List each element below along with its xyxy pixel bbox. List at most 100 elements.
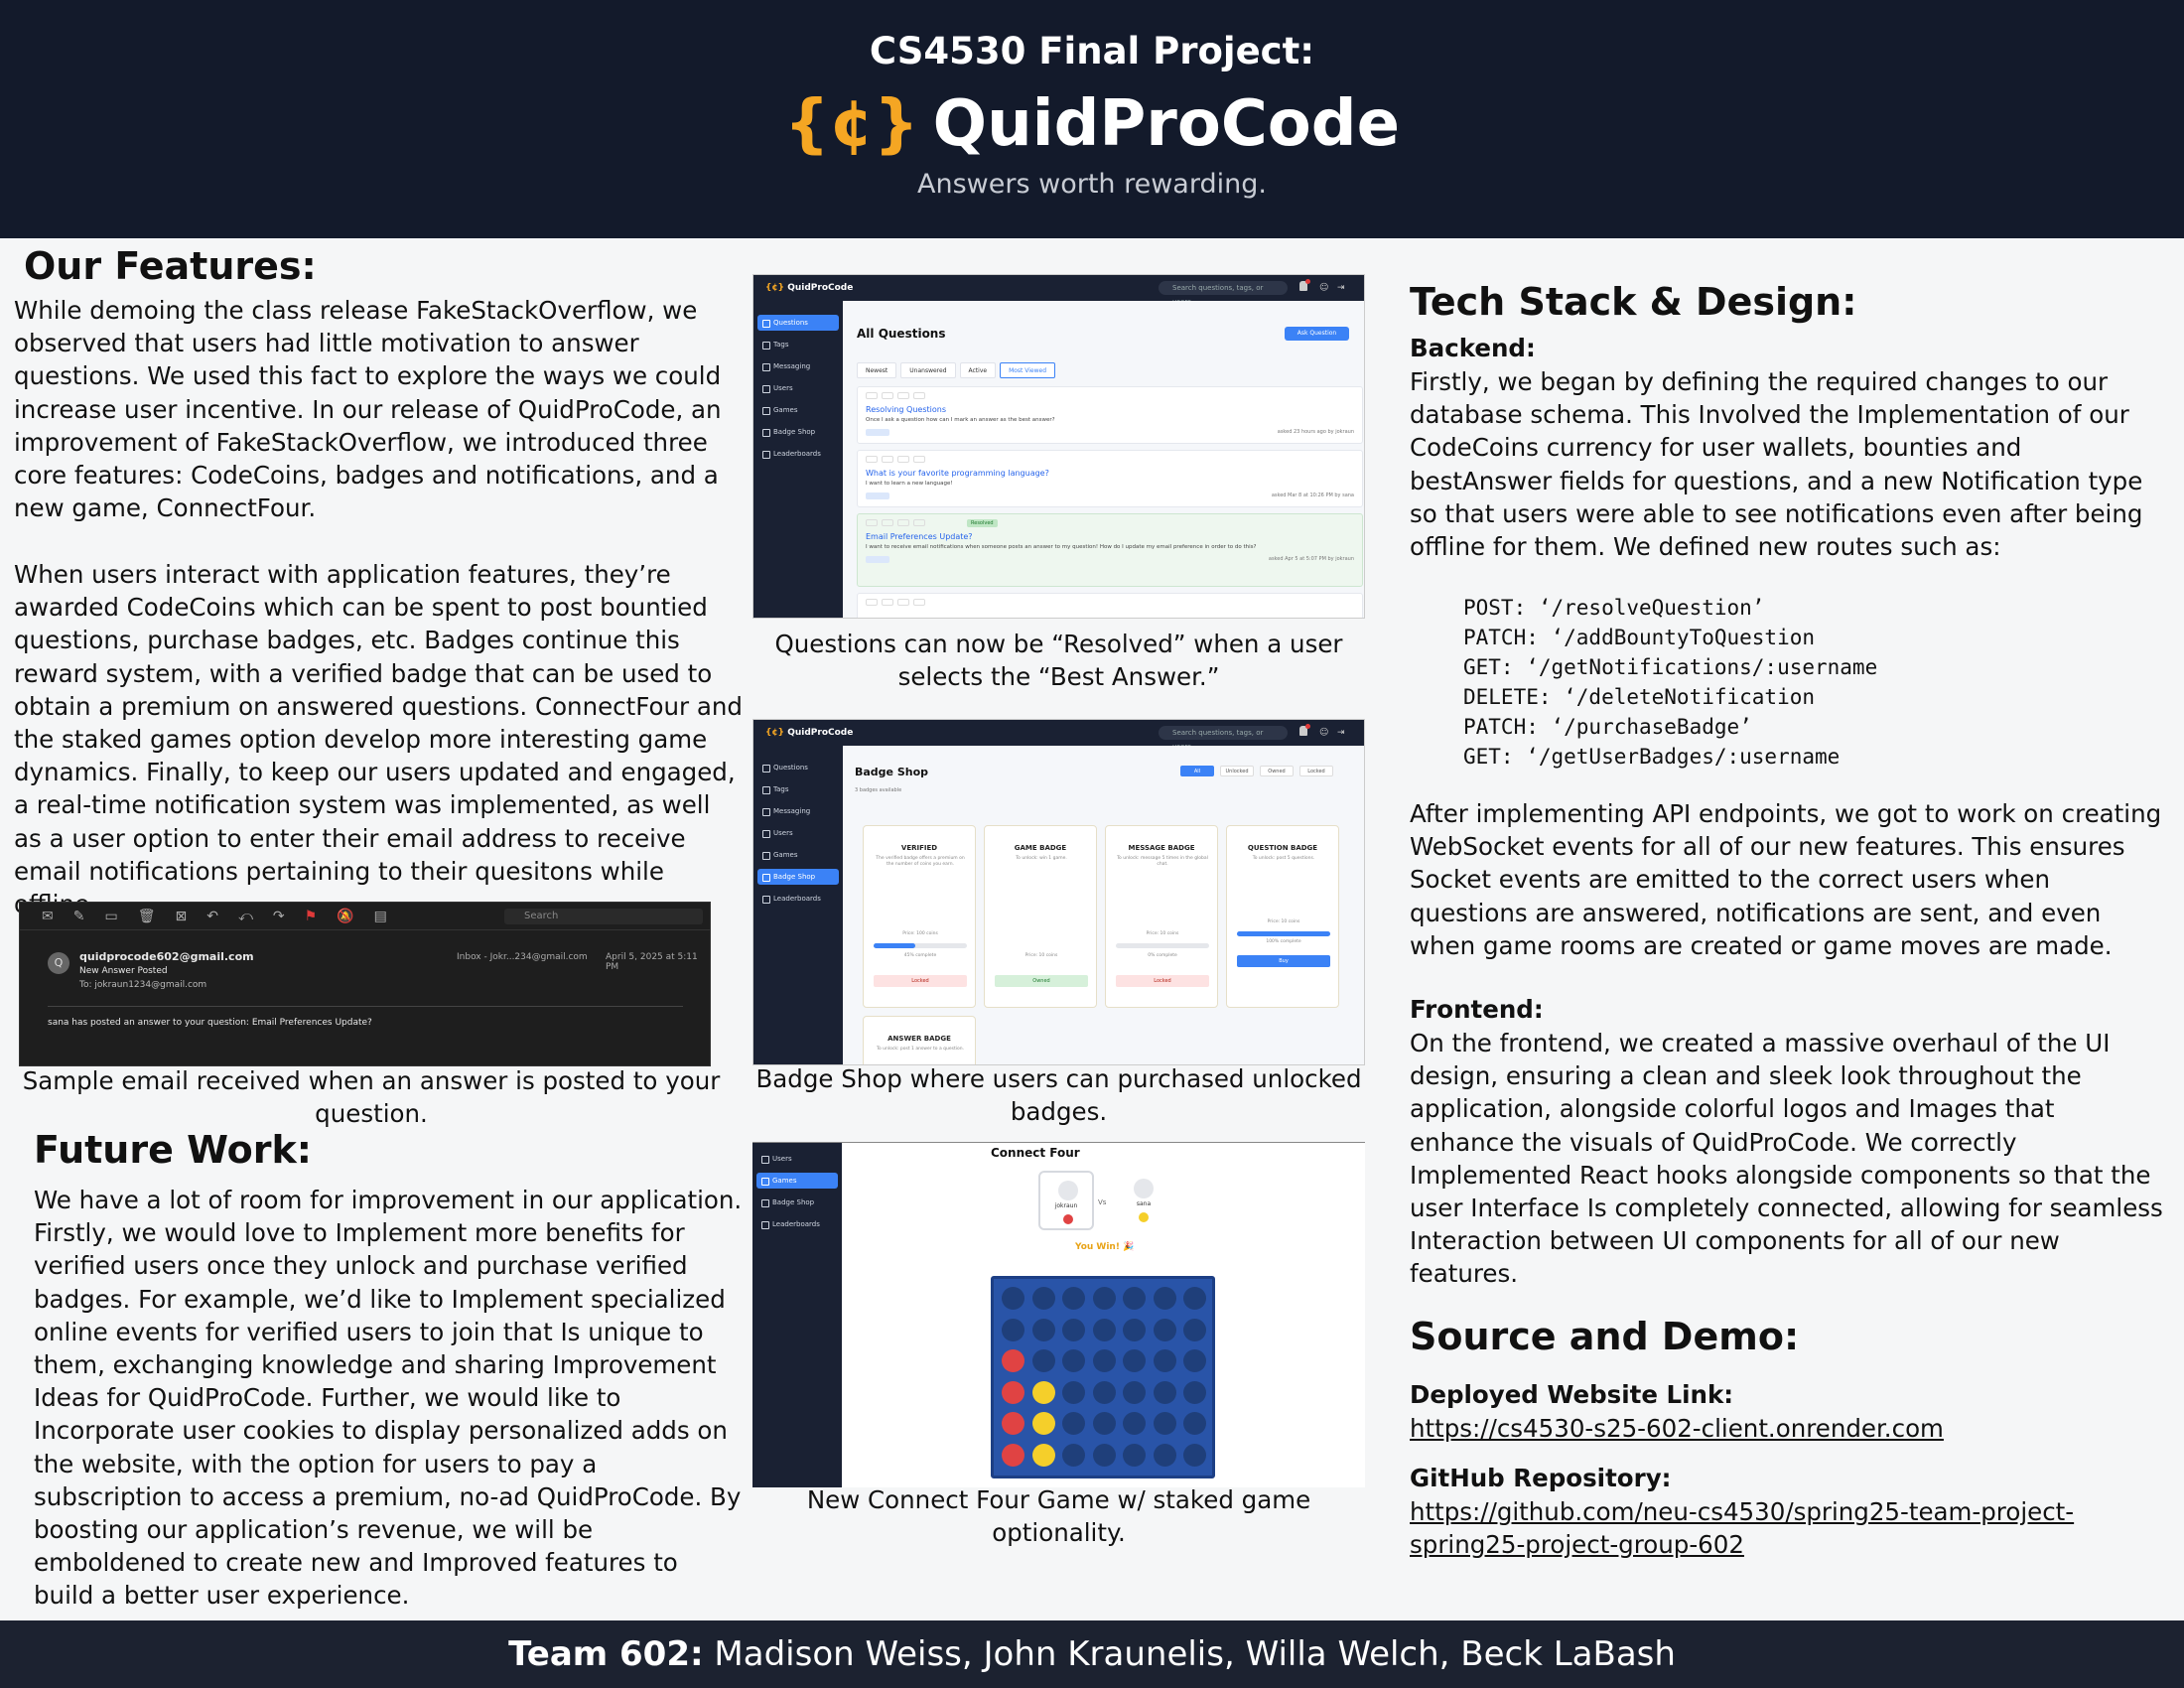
player-avatar — [1134, 1179, 1154, 1198]
sender-avatar: Q — [48, 952, 69, 974]
email-date: April 5, 2025 at 5:11 PM — [606, 952, 698, 972]
features-paragraph-1: While demoing the class release FakeStac… — [14, 296, 722, 523]
question-meta: asked 23 hours ago by jokraun — [1277, 429, 1354, 435]
badge-name: QUESTION BADGE — [1247, 844, 1318, 852]
empty-slot — [1062, 1318, 1085, 1341]
empty-slot — [1183, 1443, 1206, 1467]
empty-slot — [1123, 1318, 1146, 1341]
envelope-icon: ✉ — [42, 908, 54, 924]
tagline: Answers worth rewarding. — [917, 169, 1267, 200]
archive-icon: ▭ — [104, 908, 118, 924]
tech-stack-heading: Tech Stack & Design: — [1410, 280, 1857, 324]
deploy-link[interactable]: https://cs4530-s25-602-client.onrender.c… — [1410, 1412, 1944, 1445]
empty-slot — [1123, 1412, 1146, 1435]
tab-unlocked: Unlocked — [1220, 766, 1254, 776]
yellow-disc — [1031, 1412, 1055, 1435]
empty-slot — [1153, 1380, 1176, 1404]
question-tag — [866, 429, 889, 436]
email-inbox: Inbox - Jokr...234@gmail.com — [457, 952, 588, 962]
badge-card-answer: ANSWER BADGE To unlock: post 1 answer to… — [863, 1016, 976, 1064]
sidebar-item-users: Users — [757, 380, 839, 396]
connect-four-screenshot: Users Games Badge Shop Leaderboards Conn… — [752, 1142, 1365, 1487]
empty-slot — [1183, 1318, 1206, 1341]
sidebar-item-leaderboards: Leaderboards — [757, 891, 839, 907]
empty-slot — [1062, 1287, 1085, 1310]
badge-description: To unlock: post 5 questions. — [1252, 856, 1315, 861]
badge-price: Price: 100 coins — [902, 931, 938, 936]
badge-description: To unlock: post 1 answer to a question. — [876, 1047, 965, 1052]
player-avatar — [1058, 1181, 1078, 1200]
question-text: I want to receive email notifications wh… — [866, 544, 1257, 550]
sidebar-item-questions: Questions — [757, 760, 839, 775]
email-caption: Sample email received when an answer is … — [22, 1066, 721, 1128]
tab-most-viewed: Most Viewed — [1000, 362, 1056, 378]
sidebar-item-leaderboards: Leaderboards — [756, 1216, 838, 1232]
tab-active: Active — [959, 362, 997, 378]
user-icon: ☺ — [1319, 283, 1329, 293]
empty-slot — [1123, 1443, 1146, 1467]
email-search-input: Search — [504, 909, 703, 924]
tab-unanswered: Unanswered — [900, 362, 956, 378]
forward-icon: ↷ — [272, 908, 285, 924]
api-paragraph: After implementing API endpoints, we got… — [1410, 799, 2162, 960]
badge-description: To unlock: win 1 game. — [1016, 856, 1067, 861]
deploy-heading: Deployed Website Link: — [1410, 1380, 1734, 1409]
connect-four-title: Connect Four — [991, 1146, 1080, 1160]
coin-logo-icon: {¢} — [784, 87, 919, 161]
email-from: quidprocode602@gmail.com — [79, 950, 254, 963]
question-filter-tabs: Newest Unanswered Active Most Viewed — [857, 362, 1056, 378]
features-heading: Our Features: — [24, 244, 317, 288]
poster-header: CS4530 Final Project: {¢} QuidProCode Ans… — [0, 0, 2184, 238]
logout-icon: ⇥ — [1337, 283, 1345, 293]
move-icon: ▤ — [373, 908, 387, 924]
question-card: Resolving Questions Once I ask a questio… — [857, 386, 1363, 444]
empty-slot — [1153, 1318, 1176, 1341]
empty-slot — [1092, 1380, 1116, 1404]
email-to: To: jokraun1234@gmail.com — [79, 980, 207, 990]
email-divider — [48, 1006, 683, 1007]
question-text: I want to learn a new language! — [866, 481, 953, 487]
badge-description: To unlock: message 5 times in the global… — [1117, 856, 1208, 867]
route-item: GET: ‘/getNotifications/:username — [1463, 655, 1878, 679]
brand-title: {¢} QuidProCode — [0, 87, 2184, 161]
sidebar-item-badge-shop: Badge Shop — [757, 424, 839, 440]
resolved-badge: Resolved — [967, 519, 998, 527]
player-2-name: sana — [1136, 1200, 1152, 1207]
badge-name: MESSAGE BADGE — [1128, 844, 1195, 852]
sidebar-item-games: Games — [756, 1173, 838, 1189]
github-link[interactable]: https://github.com/neu-cs4530/spring25-t… — [1410, 1495, 2124, 1561]
sidebar-item-leaderboards: Leaderboards — [757, 446, 839, 462]
app-logo: {¢} QuidProCode — [765, 728, 854, 738]
brand-name: QuidProCode — [932, 87, 1400, 161]
red-disc — [1002, 1412, 1024, 1435]
empty-slot — [1092, 1443, 1116, 1467]
tab-all: All — [1180, 766, 1214, 776]
flag-icon: ⚑ — [304, 908, 318, 924]
badge-shop-caption: Badge Shop where users can purchased unl… — [755, 1064, 1362, 1126]
badge-shop-screenshot: {¢} QuidProCode Search questions, tags, … — [752, 719, 1365, 1065]
empty-slot — [1183, 1287, 1206, 1310]
badge-name: GAME BADGE — [1014, 844, 1067, 852]
player-2-card: sana — [1116, 1171, 1171, 1230]
source-demo-heading: Source and Demo: — [1410, 1315, 1800, 1358]
empty-slot — [1031, 1287, 1055, 1310]
badge-card-game: GAME BADGE To unlock: win 1 game. Price:… — [984, 825, 1097, 1008]
app-sidebar: Users Games Badge Shop Leaderboards — [752, 1143, 842, 1487]
backend-paragraph: Firstly, we began by defining the requir… — [1410, 367, 2143, 562]
connect-four-caption: New Connect Four Game w/ staked game opt… — [806, 1485, 1311, 1547]
question-text: Once I ask a question how can I mark an … — [866, 417, 1055, 423]
empty-slot — [1031, 1318, 1055, 1341]
empty-slot — [1092, 1349, 1116, 1372]
question-stats — [866, 599, 925, 606]
game-result: You Win! 🎉 — [1075, 1242, 1135, 1252]
sidebar-item-tags: Tags — [757, 781, 839, 797]
yellow-disc-icon — [1139, 1212, 1149, 1222]
ask-question-button: Ask Question — [1285, 327, 1349, 341]
badge-progress-bar — [1116, 943, 1209, 948]
badge-locked-button: Locked — [1116, 975, 1209, 987]
question-title: What is your favorite programming langua… — [866, 469, 1049, 478]
badge-description: The verified badge offers a premium on t… — [876, 856, 965, 867]
team-members: Madison Weiss, John Kraunelis, Willa Wel… — [703, 1634, 1676, 1674]
badge-progress-label: 0% complete — [1148, 953, 1177, 958]
sidebar-item-games: Games — [757, 847, 839, 863]
